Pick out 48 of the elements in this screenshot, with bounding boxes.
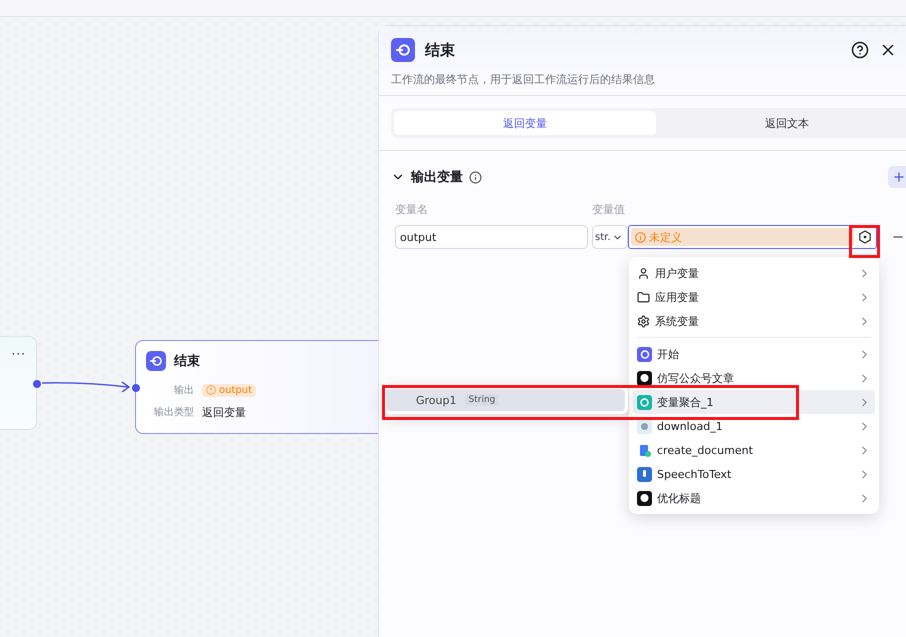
aggregate-node-icon [637,394,652,410]
menu-item[interactable]: 变量聚合_1 [633,390,875,414]
menu-item[interactable]: 用户变量 [633,261,875,285]
more-menu[interactable]: ··· [12,347,26,361]
menu-item[interactable]: 应用变量 [633,285,875,309]
field-label: 输出 [173,384,194,397]
panel-description: 工作流的最终节点，用于返回工作流运行后的结果信息 [391,72,656,87]
tab[interactable]: 返回变量 [394,111,656,135]
field-value: 返回变量 [202,404,247,420]
menu-item[interactable]: 系统变量 [633,309,875,333]
menu-item[interactable]: create_document [633,438,875,462]
variable-name-field[interactable]: output [395,225,588,249]
input-port[interactable] [132,384,140,392]
robot-avatar-icon [637,490,652,506]
undefined-tag: 未定义 [631,228,854,246]
menu-item[interactable]: 开始 [633,342,875,366]
workflow-node[interactable]: ··· [0,336,37,430]
end-node-icon [146,351,166,371]
submenu-item[interactable]: Group1 String [386,389,625,411]
microphone-icon [637,466,652,482]
help-icon[interactable] [851,41,869,59]
menu-item[interactable]: SpeechToText [633,462,875,486]
add-button[interactable] [888,166,906,188]
warning-icon [635,232,646,242]
menu-item[interactable]: 优化标题 [633,486,875,510]
type-select[interactable]: str. [592,225,628,249]
robot-avatar-icon [637,370,652,386]
panel-title: 结束 [425,40,456,60]
node-title: 结束 [174,353,200,370]
item-label: Group1 [416,394,456,406]
settings-icon [637,314,650,328]
user-icon [637,266,650,280]
start-node-icon [637,346,652,362]
field-label: 输出类型 [153,406,194,419]
type-tag: String [464,394,500,406]
output-port[interactable] [33,380,41,388]
document-icon [637,442,652,458]
column-label: 变量名 [395,202,429,217]
tab[interactable]: 返回文本 [656,111,906,135]
end-node-card[interactable]: 结束 输出 output 输出类型 返回变量 [135,340,378,434]
warning-tag: output [202,384,256,396]
column-label: 变量值 [592,202,626,217]
warning-icon [206,385,216,395]
plus-icon [892,170,906,184]
folder-icon [637,290,650,304]
info-icon [469,170,482,184]
end-node-icon [391,38,415,62]
section-title: 输出变量 [411,168,463,186]
